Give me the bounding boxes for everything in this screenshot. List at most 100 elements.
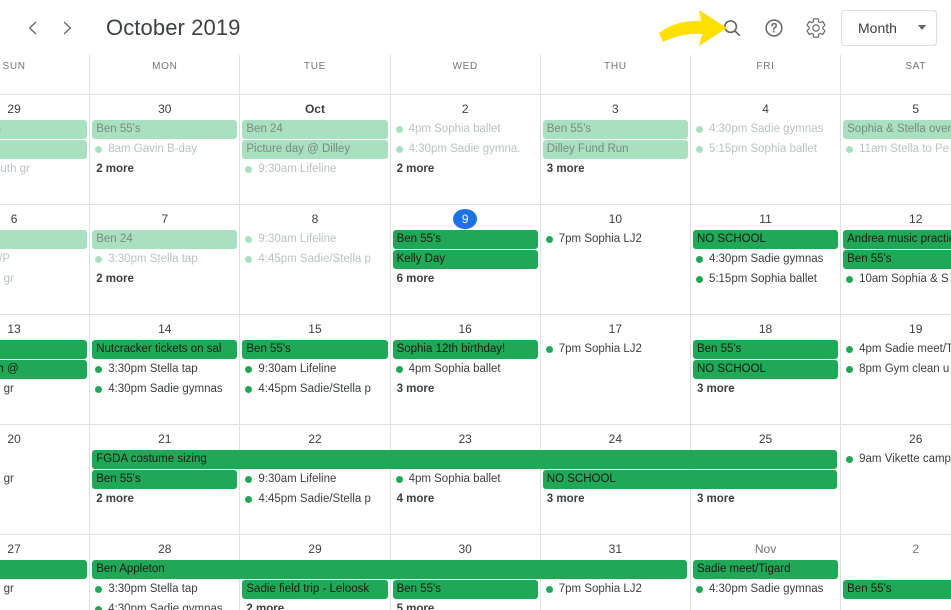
date-number[interactable]: 12 <box>904 209 928 229</box>
timed-event-chip[interactable]: 4:30pm Sadie gymnas <box>693 120 838 139</box>
multi-day-event-bar[interactable]: Ben Appleton <box>92 560 687 579</box>
all-day-event-chip[interactable]: Ben 55's <box>92 120 238 139</box>
timed-event-chip[interactable]: 9:30am Lifeline <box>242 160 387 179</box>
all-day-event-chip[interactable]: Sophia & Stella overn <box>843 120 951 139</box>
timed-event-chip[interactable]: 8pm Gym clean u <box>843 360 951 379</box>
date-number[interactable]: 29 <box>303 539 327 559</box>
all-day-event-chip[interactable] <box>0 230 88 249</box>
all-day-event-chip[interactable]: Ben 55's <box>843 250 951 269</box>
date-number[interactable]: 25 <box>754 429 778 449</box>
all-day-event-chip[interactable]: Ben 24 <box>242 120 388 139</box>
next-month-button[interactable] <box>50 11 84 45</box>
date-number[interactable]: 3 <box>603 99 627 119</box>
day-cell[interactable]: 22 9:30am Lifeline 4:45pm Sadie/Stella p <box>239 425 389 534</box>
date-number[interactable]: 26 <box>904 429 928 449</box>
date-number[interactable]: 15 <box>303 319 327 339</box>
today-date-number[interactable]: 9 <box>453 209 478 229</box>
date-number[interactable]: 18 <box>754 319 778 339</box>
date-number[interactable]: 28 <box>153 539 177 559</box>
timed-event-chip[interactable]: ophia youth gr <box>0 470 87 489</box>
more-events-link[interactable]: 2 more <box>92 490 237 509</box>
more-events-link[interactable]: 2 more <box>242 600 387 610</box>
day-cell[interactable]: 9 Ben 55's Kelly Day 6 more <box>389 205 540 314</box>
more-events-link[interactable]: 2 more <box>393 160 538 179</box>
date-number[interactable]: 6 <box>2 209 26 229</box>
timed-event-chip[interactable]: 5:15pm Sophia ballet <box>693 270 838 289</box>
timed-event-chip[interactable]: 4:30pm Sadie gymnas <box>92 380 237 399</box>
day-cell[interactable]: Nov 1Sadie meet/Tigard 4:30pm Sadie gymna… <box>689 535 840 610</box>
timed-event-chip[interactable]: 7pm Sophia LJ2 <box>543 230 688 249</box>
timed-event-chip[interactable]: 7pm Sophia LJ2 <box>543 580 688 599</box>
timed-event-chip[interactable]: 4:45pm Sadie/Stella p <box>242 250 387 269</box>
timed-event-chip[interactable]: ophia youth gr <box>0 380 87 399</box>
all-day-event-chip[interactable]: Ben 55's <box>392 230 538 249</box>
all-day-event-chip[interactable]: acks to YG <box>0 120 88 139</box>
more-events-link[interactable]: 2 more <box>92 160 237 179</box>
all-day-event-chip[interactable]: Ben 55's <box>692 340 839 359</box>
date-number[interactable]: 24 <box>603 429 627 449</box>
all-day-event-chip[interactable]: Sophia 12th birthday! <box>392 340 538 359</box>
more-events-link[interactable]: 3 more <box>543 160 688 179</box>
date-number[interactable]: 10 <box>603 209 627 229</box>
date-number[interactable]: 20 <box>2 429 26 449</box>
date-number[interactable]: 2 <box>453 99 477 119</box>
timed-event-chip[interactable]: 9:30am Lifeline <box>242 360 387 379</box>
timed-event-chip[interactable]: 4pm Sophia ballet <box>393 360 538 379</box>
timed-event-chip[interactable]: 3:30pm Stella tap <box>92 360 237 379</box>
timed-event-chip[interactable]: 4pm Sadie meet/T <box>843 340 951 359</box>
day-cell[interactable]: Oct 1Ben 24Picture day @ Dilley 9:30am Li… <box>239 95 389 204</box>
timed-event-chip[interactable]: 9am Vikette camp <box>843 450 951 469</box>
timed-event-chip[interactable]: 3:30pm Stella tap <box>92 580 237 599</box>
day-cell[interactable]: 18 Ben 55's NO SCHOOL 3 more <box>689 315 840 424</box>
all-day-event-chip[interactable]: Ben 24 <box>92 230 238 249</box>
date-number[interactable]: 7 <box>153 209 177 229</box>
day-cell[interactable]: 15 Ben 55's 9:30am Lifeline 4:45pm Sadie/St… <box>239 315 389 424</box>
all-day-event-chip[interactable]: Nutcracker tickets on sal <box>92 340 238 359</box>
date-number[interactable]: 5 <box>904 99 928 119</box>
day-cell[interactable]: 2 4pm Sophia ballet 4:30pm Sadie gymna. 2 m… <box>389 95 540 204</box>
day-cell[interactable]: 30 Ben 55's 8am Gavin B-day 2 more <box>89 95 239 204</box>
day-cell[interactable]: 4 4:30pm Sadie gymnas 5:15pm Sophia ballet <box>689 95 840 204</box>
day-cell[interactable]: 7 Ben 24 3:30pm Stella tap 2 more <box>89 205 239 314</box>
multi-day-event-bar[interactable]: NO SCHOOL <box>542 470 838 489</box>
day-cell[interactable]: 12 Andrea music practic Ben 55's 10am Sophi… <box>840 205 951 314</box>
timed-event-chip[interactable]: 8am Gavin B-day <box>92 140 237 159</box>
day-cell[interactable]: 19 4pm Sadie meet/T 8pm Gym clean u <box>840 315 951 424</box>
timed-event-chip[interactable]: 4:45pm Sadie/Stella p <box>242 380 387 399</box>
all-day-event-chip[interactable]: Ben 55's <box>542 120 688 139</box>
all-day-event-chip[interactable]: Kelly Day <box>392 250 538 269</box>
date-number[interactable]: 21 <box>153 429 177 449</box>
date-number[interactable]: 23 <box>453 429 477 449</box>
date-number[interactable]: 30 <box>453 539 477 559</box>
day-cell[interactable]: 5 Sophia & Stella overn 11am Stella to Pe <box>840 95 951 204</box>
day-cell[interactable]: 17 7pm Sophia LJ2 <box>539 315 690 424</box>
all-day-event-chip[interactable]: Ben 55's <box>843 580 951 599</box>
date-number[interactable]: 11 <box>754 209 778 229</box>
day-cell[interactable]: 23 4pm Sophia ballet 4 more <box>389 425 540 534</box>
day-cell[interactable]: 14 Nutcracker tickets on sal 3:30pm Stella… <box>89 315 239 424</box>
date-number[interactable]: 16 <box>453 319 477 339</box>
all-day-event-chip[interactable]: Picture day @ Dilley <box>242 140 388 159</box>
all-day-event-chip[interactable]: NO SCHOOL <box>692 360 839 379</box>
all-day-event-chip[interactable]: thday lunch @ <box>0 360 88 379</box>
more-events-link[interactable]: 3 more <box>543 490 688 509</box>
date-number[interactable]: 14 <box>153 319 177 339</box>
date-number[interactable]: 22 <box>303 429 327 449</box>
more-events-link[interactable]: 5 more <box>393 600 538 610</box>
timed-event-chip[interactable]: 4:30pm Sadie gymna. <box>393 140 538 159</box>
timed-event-chip[interactable]: 4pm Sophia ballet <box>393 120 538 139</box>
calendar-grid-scroller[interactable]: SUNMONTUEWEDTHUFRISAT 29acks to YGojecti… <box>0 55 951 610</box>
timed-event-chip[interactable]: 4:30pm Sadie gymnas <box>693 250 838 269</box>
day-cell[interactable]: 2 Ben 55's <box>840 535 951 610</box>
timed-event-chip[interactable]: 4:45pm Sadie/Stella p <box>242 490 387 509</box>
timed-event-chip[interactable]: 4:30pm Sadie gymnas <box>92 600 237 610</box>
date-number[interactable]: 27 <box>2 539 26 559</box>
more-events-link[interactable]: 6 more <box>393 270 538 289</box>
more-events-link[interactable]: 3 more <box>393 380 538 399</box>
timed-event-chip[interactable]: 3:30pm Stella tap <box>92 250 237 269</box>
day-cell[interactable]: 27 ophia youth gr <box>0 535 89 610</box>
date-number[interactable]: 2 <box>904 539 928 559</box>
view-mode-select[interactable]: Month <box>841 9 937 46</box>
day-cell[interactable]: 8 9:30am Lifeline 4:45pm Sadie/Stella p <box>239 205 389 314</box>
all-day-event-chip[interactable]: ojection <box>0 340 88 359</box>
